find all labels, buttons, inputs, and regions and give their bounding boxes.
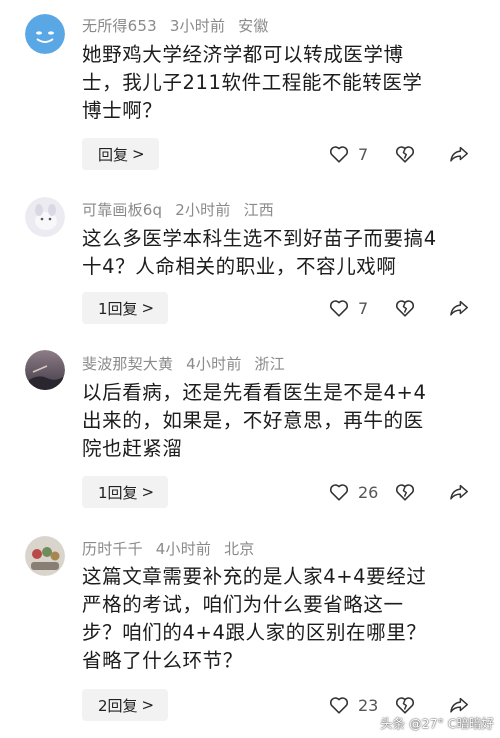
avatar-smile-icon bbox=[25, 14, 65, 54]
timestamp: 4小时前 bbox=[155, 540, 212, 558]
username[interactable]: 历时千千 bbox=[82, 540, 143, 558]
comment-line: 她野鸡大学经济学都可以转成医学博 bbox=[82, 43, 404, 66]
chevron-right-icon: > bbox=[141, 483, 155, 501]
chevron-right-icon: > bbox=[141, 299, 155, 317]
comment-text: 以后看病，还是先看看医生是不是4+4 出来的，如果是，不好意思，再牛的医 院也赶… bbox=[82, 379, 482, 463]
timestamp: 3小时前 bbox=[169, 17, 226, 35]
comment-line: 严格的考试，咱们为什么要省略这一 bbox=[82, 593, 404, 616]
avatar-group-photo-icon bbox=[25, 536, 65, 576]
like-count: 7 bbox=[358, 144, 369, 164]
comment-actions: 26 bbox=[328, 476, 470, 508]
broken-heart-icon[interactable] bbox=[394, 143, 416, 165]
avatar[interactable] bbox=[25, 350, 65, 390]
reply-button[interactable]: 1回复 > bbox=[82, 476, 169, 508]
comment-actions: 7 bbox=[328, 292, 470, 324]
comment-line: 十4？人命相关的职业，不容儿戏啊 bbox=[82, 255, 397, 278]
comment-actions: 7 bbox=[328, 138, 470, 170]
like-count: 26 bbox=[358, 482, 379, 502]
heart-outline-icon bbox=[329, 146, 349, 163]
comment-line: 院也赶紧溜 bbox=[82, 437, 183, 460]
share-arrow-icon[interactable] bbox=[448, 143, 470, 165]
comment-line: 这么多医学本科生选不到好苗子而要搞4 bbox=[82, 227, 437, 250]
username[interactable]: 可靠画板6q bbox=[82, 201, 162, 219]
comment-meta: 斐波那契大黄 4小时前 浙江 bbox=[82, 353, 293, 374]
heart-outline-icon bbox=[329, 484, 349, 501]
share-arrow-icon[interactable] bbox=[448, 481, 470, 503]
comment-meta: 可靠画板6q 2小时前 江西 bbox=[82, 199, 282, 220]
reply-label: 1回复 bbox=[98, 299, 138, 318]
username[interactable]: 无所得653 bbox=[82, 17, 157, 35]
reply-label: 回复 bbox=[98, 145, 129, 164]
like-count: 23 bbox=[358, 695, 379, 715]
username[interactable]: 斐波那契大黄 bbox=[82, 355, 173, 373]
timestamp: 2小时前 bbox=[175, 201, 231, 219]
like-button[interactable]: 7 bbox=[328, 297, 394, 319]
broken-heart-icon[interactable] bbox=[394, 481, 416, 503]
avatar[interactable] bbox=[25, 14, 65, 54]
heart-outline-icon bbox=[329, 300, 349, 317]
broken-heart-icon[interactable] bbox=[394, 297, 416, 319]
comment-line: 出来的，如果是，不好意思，再牛的医 bbox=[82, 409, 424, 432]
heart-outline-icon bbox=[329, 697, 349, 714]
location: 北京 bbox=[224, 540, 255, 558]
reply-button[interactable]: 1回复 > bbox=[82, 292, 169, 324]
comment-text: 这篇文章需要补充的是人家4+4要经过 严格的考试，咱们为什么要省略这一 步？咱们… bbox=[82, 563, 482, 675]
reply-label: 1回复 bbox=[98, 483, 138, 502]
reply-label: 2回复 bbox=[98, 696, 138, 715]
comment-line: 步？咱们的4+4跟人家的区别在哪里？ bbox=[82, 621, 427, 644]
comment-text: 这么多医学本科生选不到好苗子而要搞4 十4？人命相关的职业，不容儿戏啊 bbox=[82, 225, 482, 281]
comment-line: 博士啊？ bbox=[82, 99, 163, 122]
avatar[interactable] bbox=[25, 536, 65, 576]
location: 江西 bbox=[243, 201, 274, 219]
watermark: 头条 @27° C暗暗好 bbox=[380, 716, 494, 731]
avatar-landscape-icon bbox=[25, 350, 65, 390]
share-arrow-icon[interactable] bbox=[448, 297, 470, 319]
comment-line: 以后看病，还是先看看医生是不是4+4 bbox=[82, 381, 427, 404]
comment-line: 士，我儿子211软件工程能不能转医学 bbox=[82, 71, 423, 94]
reply-button[interactable]: 回复 > bbox=[82, 138, 159, 170]
like-button[interactable]: 7 bbox=[328, 143, 394, 165]
comment-line: 这篇文章需要补充的是人家4+4要经过 bbox=[82, 565, 427, 588]
comment-line: 省略了什么环节？ bbox=[82, 649, 243, 672]
like-button[interactable]: 26 bbox=[328, 481, 394, 503]
timestamp: 4小时前 bbox=[186, 355, 242, 373]
avatar[interactable] bbox=[25, 197, 65, 237]
comment-meta: 历时千千 4小时前 北京 bbox=[82, 538, 263, 559]
chevron-right-icon: > bbox=[141, 696, 155, 714]
comment-meta: 无所得653 3小时前 安徽 bbox=[82, 15, 277, 36]
like-count: 7 bbox=[358, 298, 369, 318]
comment-text: 她野鸡大学经济学都可以转成医学博 士，我儿子211软件工程能不能转医学 博士啊？ bbox=[82, 41, 482, 125]
location: 浙江 bbox=[254, 355, 285, 373]
chevron-right-icon: > bbox=[132, 145, 145, 163]
avatar-plush-icon bbox=[25, 197, 65, 237]
location: 安徽 bbox=[238, 17, 269, 35]
reply-button[interactable]: 2回复 > bbox=[82, 689, 169, 721]
